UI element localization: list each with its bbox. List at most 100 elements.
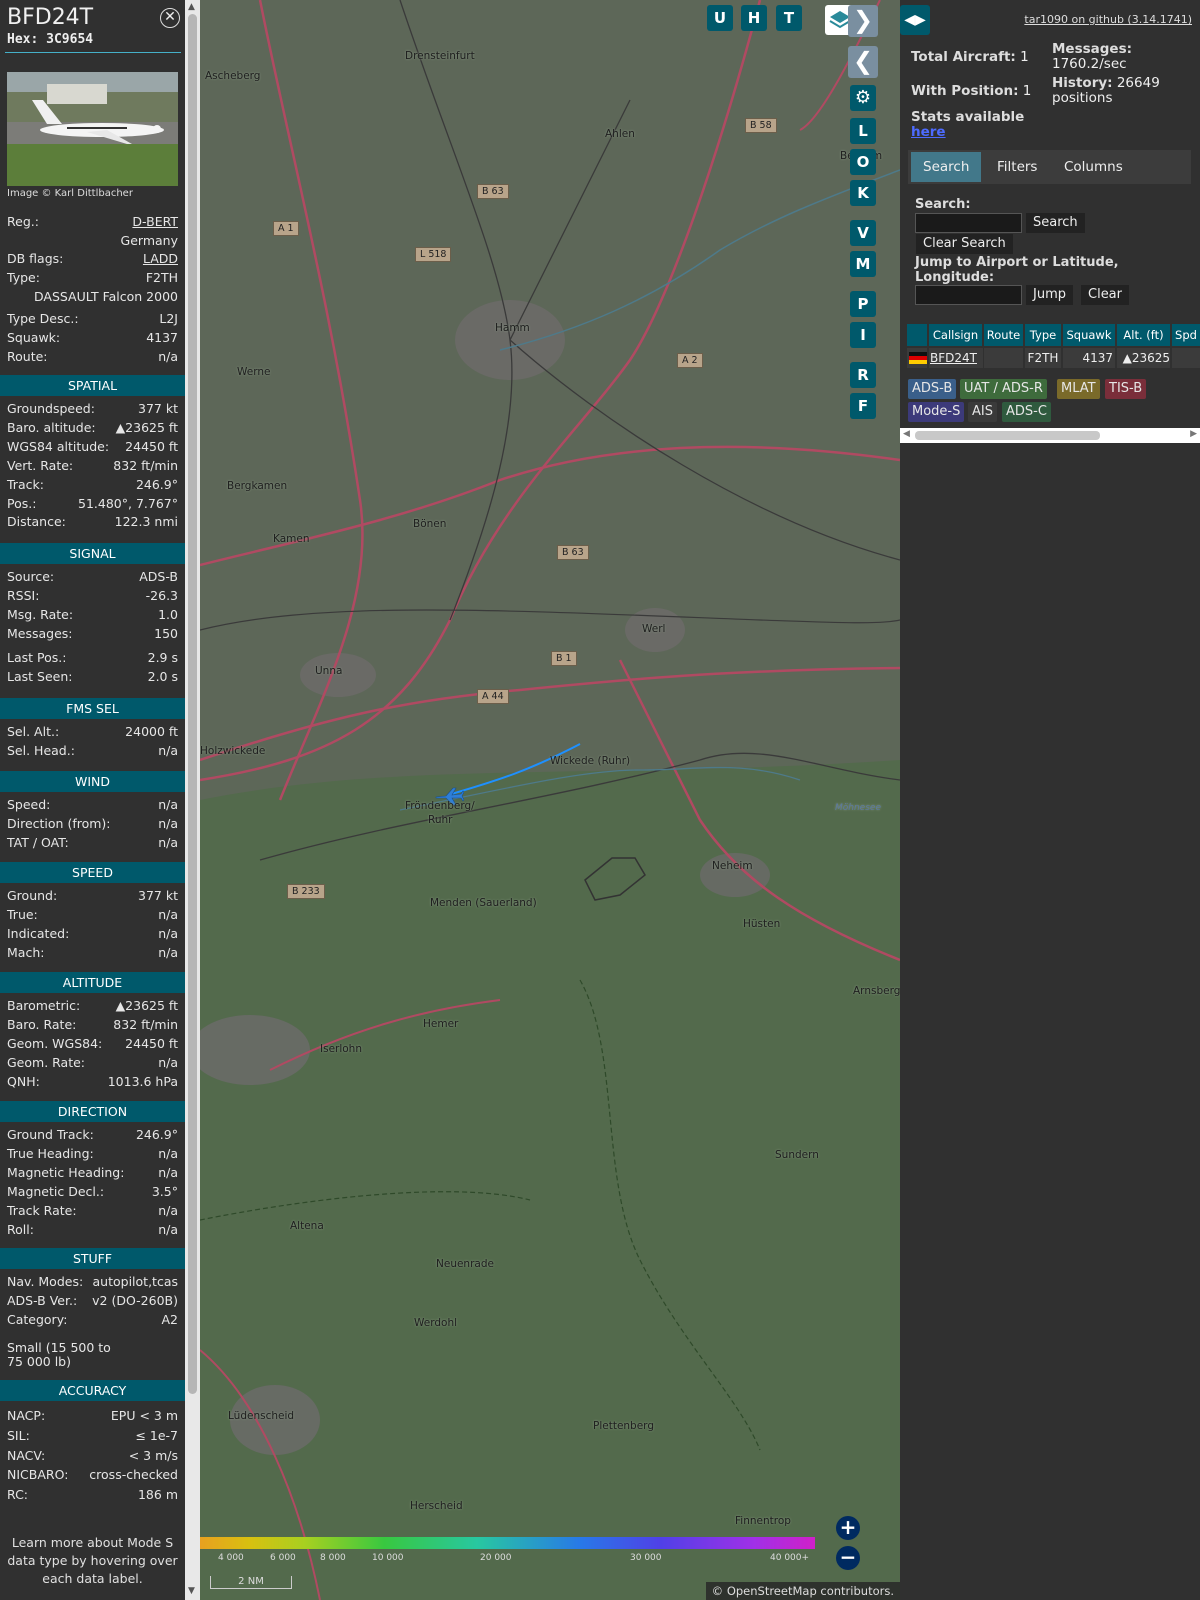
direction-label[interactable]: Ground Track: (7, 1127, 94, 1142)
speed-label[interactable]: True: (7, 907, 38, 922)
fms-label[interactable]: Sel. Head.: (7, 743, 75, 758)
map-place-label: Hemer (423, 1018, 459, 1030)
wind-label[interactable]: Direction (from): (7, 816, 111, 831)
plus-icon: + (839, 1515, 857, 1539)
callsign-cell[interactable]: BFD24T (929, 348, 983, 368)
signal-label[interactable]: RSSI: (7, 588, 39, 603)
spatial-label[interactable]: Vert. Rate: (7, 458, 73, 473)
map-button-m[interactable]: M (850, 251, 876, 277)
signal-label[interactable]: Msg. Rate: (7, 607, 73, 622)
osm-link[interactable]: OpenStreetMap (727, 1584, 817, 1598)
spatial-row: WGS84 altitude: 24450 ft (7, 439, 178, 457)
speed-value: n/a (158, 945, 178, 960)
search-button[interactable]: Search (1026, 213, 1085, 233)
wind-value: n/a (158, 816, 178, 831)
scrollbar-thumb[interactable] (188, 14, 197, 1394)
signal-label[interactable]: Source: (7, 569, 54, 584)
collapse-left-button[interactable]: ❮ (848, 46, 878, 78)
spatial-label[interactable]: WGS84 altitude: (7, 439, 109, 454)
stats-link[interactable]: here (911, 124, 946, 140)
map-view[interactable]: DrensteinfurtAschebergAhlenBeckumHammWer… (200, 0, 900, 1600)
jump-button[interactable]: Jump (1026, 285, 1073, 305)
map-button-t[interactable]: T (776, 5, 802, 31)
jump-input[interactable] (915, 285, 1022, 305)
spatial-label[interactable]: Baro. altitude: (7, 420, 96, 435)
stats-label: Stats available (911, 109, 1025, 125)
signal-label[interactable]: Messages: (7, 626, 73, 641)
settings-button[interactable]: ⚙ (850, 85, 876, 111)
scrollbar-thumb[interactable] (915, 431, 1100, 440)
direction-label[interactable]: True Heading: (7, 1146, 94, 1161)
tab-search[interactable]: Search (911, 152, 982, 182)
map-place-label: Bergkamen (227, 480, 288, 492)
accuracy-label[interactable]: NACP: (7, 1408, 45, 1423)
map-button-i[interactable]: I (850, 322, 876, 348)
left-panel-scrollbar[interactable]: ▲ ▼ (185, 0, 200, 1600)
typedesc-value: L2J (159, 311, 178, 326)
column-type[interactable]: Type (1025, 324, 1061, 346)
speed-cell (1172, 348, 1200, 368)
clear-search-button[interactable]: Clear Search (916, 234, 1013, 254)
accuracy-label[interactable]: SIL: (7, 1428, 30, 1443)
spatial-label[interactable]: Groundspeed: (7, 401, 95, 416)
map-button-f[interactable]: F (850, 393, 876, 419)
column-callsign[interactable]: Callsign (929, 324, 982, 346)
map-button-v[interactable]: V (850, 220, 876, 246)
wind-label[interactable]: Speed: (7, 797, 50, 812)
altitude-label[interactable]: Baro. Rate: (7, 1017, 76, 1032)
aircraft-photo[interactable] (7, 72, 178, 186)
direction-label[interactable]: Track Rate: (7, 1203, 77, 1218)
expand-right-button[interactable]: ❯ (848, 5, 878, 37)
altitude-label[interactable]: Geom. WGS84: (7, 1036, 102, 1051)
close-icon[interactable]: ✕ (160, 8, 180, 28)
table-horizontal-scrollbar[interactable]: ◀ ▶ (900, 428, 1200, 443)
github-link[interactable]: tar1090 on github (3.14.1741) (1024, 13, 1192, 26)
map-button-k[interactable]: K (850, 180, 876, 206)
spatial-label[interactable]: Pos.: (7, 496, 36, 511)
spatial-label[interactable]: Track: (7, 477, 44, 492)
map-button-r[interactable]: R (850, 362, 876, 388)
clear-button[interactable]: Clear (1081, 285, 1129, 305)
tab-columns[interactable]: Columns (1052, 152, 1135, 182)
accuracy-label[interactable]: NACV: (7, 1448, 45, 1463)
column-route[interactable]: Route (984, 324, 1023, 346)
map-button-u[interactable]: U (707, 5, 733, 31)
column-altitude[interactable]: Alt. (ft) (1117, 324, 1170, 346)
speed-value: n/a (158, 907, 178, 922)
toggle-sidebar-button[interactable]: ◀▶ (900, 5, 930, 35)
signal-value: -26.3 (145, 587, 178, 603)
dbflags-link[interactable]: LADD (143, 251, 178, 266)
zoom-in-button[interactable]: + (836, 1516, 860, 1540)
map-button-h[interactable]: H (741, 5, 767, 31)
spatial-label[interactable]: Distance: (7, 514, 66, 529)
accuracy-label[interactable]: NICBARO: (7, 1467, 68, 1482)
speed-label[interactable]: Ground: (7, 888, 57, 903)
fms-label[interactable]: Sel. Alt.: (7, 724, 59, 739)
altitude-label[interactable]: QNH: (7, 1074, 40, 1089)
signal-label[interactable]: Last Seen: (7, 669, 72, 684)
speed-label[interactable]: Indicated: (7, 926, 69, 941)
zoom-out-button[interactable]: − (836, 1546, 860, 1570)
altitude-label[interactable]: Barometric: (7, 998, 80, 1013)
wind-label[interactable]: TAT / OAT: (7, 835, 69, 850)
signal-label[interactable]: Last Pos.: (7, 650, 66, 665)
speed-label[interactable]: Mach: (7, 945, 44, 960)
registration-link[interactable]: D-BERT (132, 214, 178, 229)
map-button-l[interactable]: L (850, 118, 876, 144)
column-squawk[interactable]: Squawk (1063, 324, 1115, 346)
map-button-o[interactable]: O (850, 149, 876, 175)
search-input[interactable] (915, 213, 1022, 233)
map-button-p[interactable]: P (850, 291, 876, 317)
signal-row: Last Seen: 2.0 s (7, 669, 178, 687)
column-speed[interactable]: Spd (1172, 324, 1200, 346)
signal-row: Last Pos.: 2.9 s (7, 650, 178, 668)
accuracy-label[interactable]: RC: (7, 1487, 28, 1502)
flag-column-header[interactable] (907, 324, 927, 346)
direction-label[interactable]: Magnetic Decl.: (7, 1184, 104, 1199)
direction-label[interactable]: Roll: (7, 1222, 34, 1237)
navmodes-value: autopilot,tcas (92, 1274, 178, 1289)
tab-filters[interactable]: Filters (985, 152, 1050, 182)
altitude-label[interactable]: Geom. Rate: (7, 1055, 85, 1070)
direction-label[interactable]: Magnetic Heading: (7, 1165, 124, 1180)
spatial-row: Vert. Rate: 832 ft/min (7, 458, 178, 476)
